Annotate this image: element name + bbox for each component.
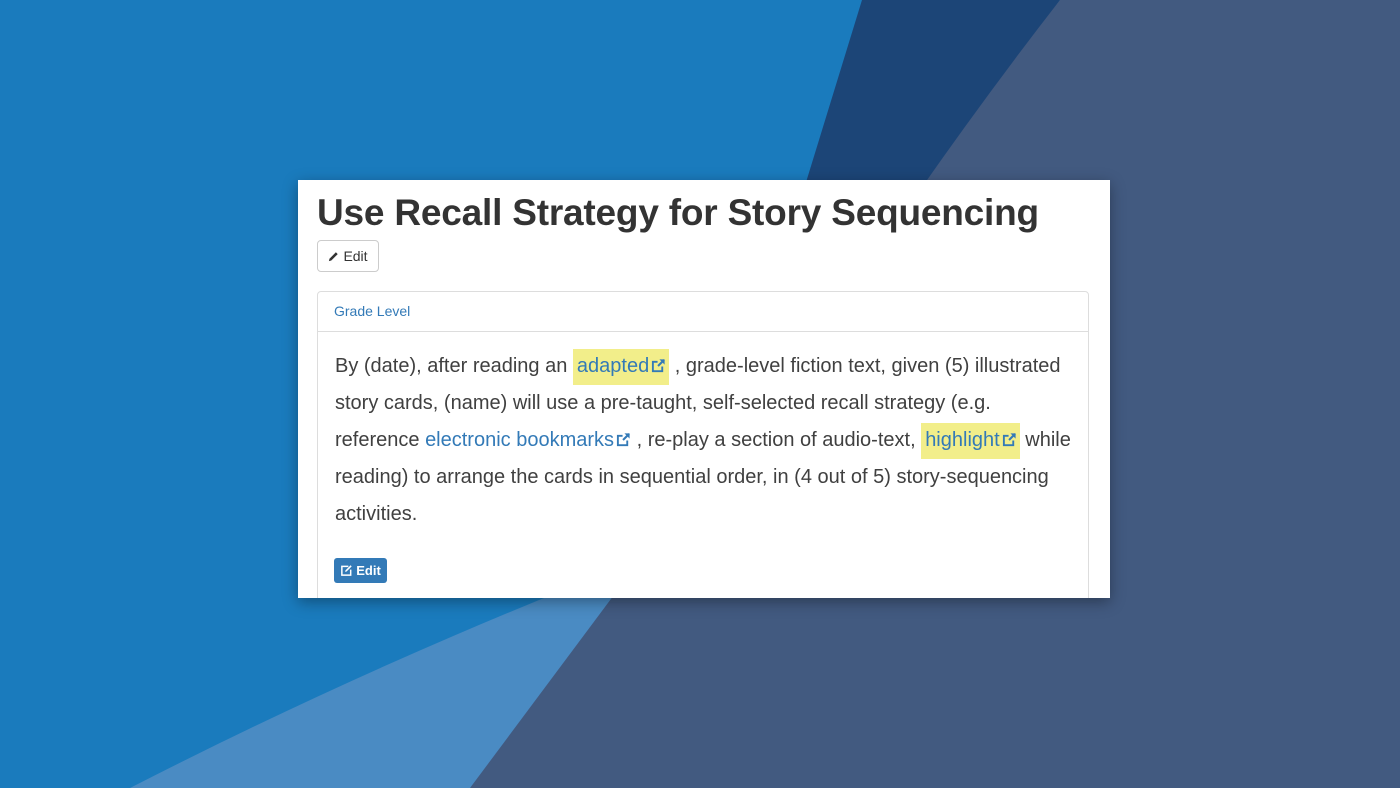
goal-text-segment: , re-play a section of audio-text,	[631, 429, 922, 451]
adapted-link[interactable]: adapted	[577, 355, 666, 377]
electronic-bookmarks-link[interactable]: electronic bookmarks	[425, 429, 631, 451]
page-title: Use Recall Strategy for Story Sequencing	[317, 192, 1039, 233]
panel-heading: Grade Level	[318, 292, 1088, 332]
goal-text: By (date), after reading an adapted , gr…	[335, 348, 1075, 533]
edit-title-button[interactable]: Edit	[317, 240, 379, 272]
external-link-icon	[616, 433, 630, 447]
edit-title-label: Edit	[343, 248, 368, 264]
adapted-highlight: adapted	[572, 349, 670, 385]
goal-text-segment: By (date), after reading an	[335, 355, 573, 377]
external-link-icon	[652, 359, 666, 373]
electronic-bookmarks-label: electronic bookmarks	[425, 429, 615, 451]
edit-square-icon	[341, 565, 352, 576]
edit-goal-button[interactable]: Edit	[334, 558, 387, 583]
pencil-icon	[329, 251, 339, 261]
highlight-link-label: highlight	[925, 429, 1000, 451]
goal-card: Use Recall Strategy for Story Sequencing…	[298, 180, 1110, 598]
external-link-icon	[1002, 433, 1016, 447]
edit-goal-label: Edit	[356, 563, 381, 578]
grade-level-panel: Grade Level By (date), after reading an …	[317, 291, 1089, 598]
adapted-link-label: adapted	[576, 355, 650, 377]
grade-level-link[interactable]: Grade Level	[334, 303, 410, 319]
highlight-highlight: highlight	[921, 423, 1020, 459]
highlight-link[interactable]: highlight	[925, 429, 1017, 451]
